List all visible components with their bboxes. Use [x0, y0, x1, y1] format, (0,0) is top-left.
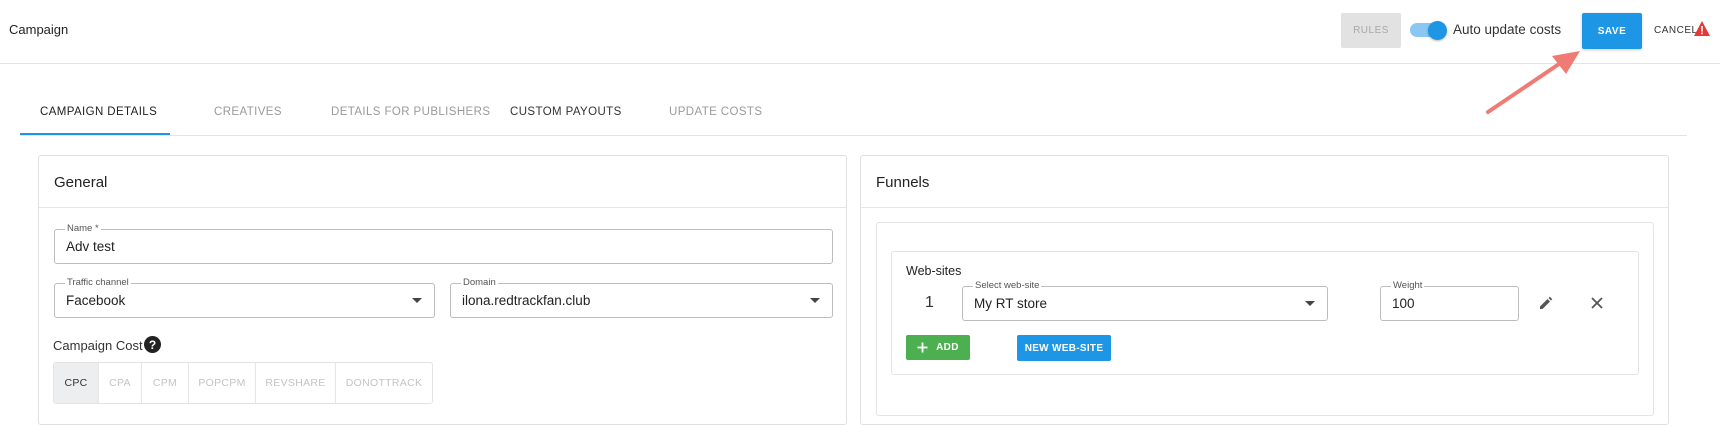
general-card: General Name * Adv test Traffic channel … — [38, 155, 847, 425]
name-field-value: Adv test — [66, 239, 115, 254]
add-label: ADD — [936, 342, 959, 353]
top-bar: Campaign RULES Auto update costs SAVE CA… — [0, 0, 1720, 64]
cancel-button[interactable]: CANCEL — [1654, 25, 1698, 36]
weight-label: Weight — [1391, 280, 1425, 291]
name-field-label: Name * — [65, 223, 101, 234]
warning-icon — [1694, 21, 1710, 36]
cost-model-selector: CPC CPA CPM POPCPM REVSHARE DONOTTRACK — [53, 362, 433, 404]
domain-value: ilona.redtrackfan.club — [462, 293, 591, 308]
page-title: Campaign — [9, 22, 69, 37]
cost-model-popcpm[interactable]: POPCPM — [189, 363, 256, 403]
row-number: 1 — [925, 294, 934, 311]
website-select-value: My RT store — [974, 296, 1048, 311]
rules-button[interactable]: RULES — [1341, 13, 1401, 48]
plus-icon — [917, 342, 928, 353]
save-button[interactable]: SAVE — [1582, 13, 1642, 49]
tab-details-for-publishers[interactable]: DETAILS FOR PUBLISHERS — [331, 106, 490, 118]
funnel-container: Web-sites 1 Select web-site My RT store … — [876, 222, 1654, 416]
tab-custom-payouts[interactable]: CUSTOM PAYOUTS — [510, 106, 622, 118]
tab-update-costs[interactable]: UPDATE COSTS — [669, 106, 762, 118]
websites-card: Web-sites 1 Select web-site My RT store … — [891, 251, 1639, 375]
edit-icon[interactable] — [1535, 292, 1557, 314]
add-website-button[interactable]: ADD — [906, 335, 970, 360]
tab-bar: CAMPAIGN DETAILS CREATIVES DETAILS FOR P… — [20, 92, 1687, 136]
active-tab-indicator — [20, 133, 170, 135]
weight-field[interactable]: Weight 100 — [1380, 280, 1519, 321]
traffic-channel-select[interactable]: Traffic channel Facebook — [54, 277, 435, 318]
general-title: General — [54, 174, 108, 191]
websites-title: Web-sites — [906, 264, 962, 278]
close-icon[interactable] — [1586, 292, 1608, 314]
traffic-channel-label: Traffic channel — [65, 277, 131, 288]
cost-model-cpc[interactable]: CPC — [54, 363, 99, 403]
cost-model-cpm[interactable]: CPM — [142, 363, 189, 403]
campaign-cost-label: Campaign Cost — [53, 338, 143, 353]
funnels-title: Funnels — [876, 174, 930, 191]
traffic-channel-value: Facebook — [66, 293, 126, 308]
tab-creatives[interactable]: CREATIVES — [214, 106, 282, 118]
cost-model-revshare[interactable]: REVSHARE — [256, 363, 336, 403]
domain-select[interactable]: Domain ilona.redtrackfan.club — [450, 277, 833, 318]
cost-model-donottrack[interactable]: DONOTTRACK — [336, 363, 432, 403]
help-icon[interactable]: ? — [144, 336, 161, 353]
auto-update-toggle[interactable] — [1410, 21, 1447, 40]
website-select-label: Select web-site — [973, 280, 1042, 291]
divider — [861, 207, 1668, 208]
tab-campaign-details[interactable]: CAMPAIGN DETAILS — [40, 106, 157, 118]
domain-label: Domain — [461, 277, 498, 288]
weight-value: 100 — [1392, 296, 1415, 311]
chevron-down-icon — [412, 298, 422, 303]
chevron-down-icon — [810, 298, 820, 303]
auto-update-label: Auto update costs — [1453, 22, 1562, 37]
chevron-down-icon — [1305, 301, 1315, 306]
toggle-knob — [1428, 21, 1447, 40]
cost-model-cpa[interactable]: CPA — [99, 363, 142, 403]
divider — [39, 207, 846, 208]
new-website-button[interactable]: NEW WEB-SITE — [1017, 335, 1111, 361]
funnels-card: Funnels Web-sites 1 Select web-site My R… — [860, 155, 1669, 425]
name-field[interactable]: Name * Adv test — [54, 223, 833, 264]
website-select[interactable]: Select web-site My RT store — [962, 280, 1328, 321]
